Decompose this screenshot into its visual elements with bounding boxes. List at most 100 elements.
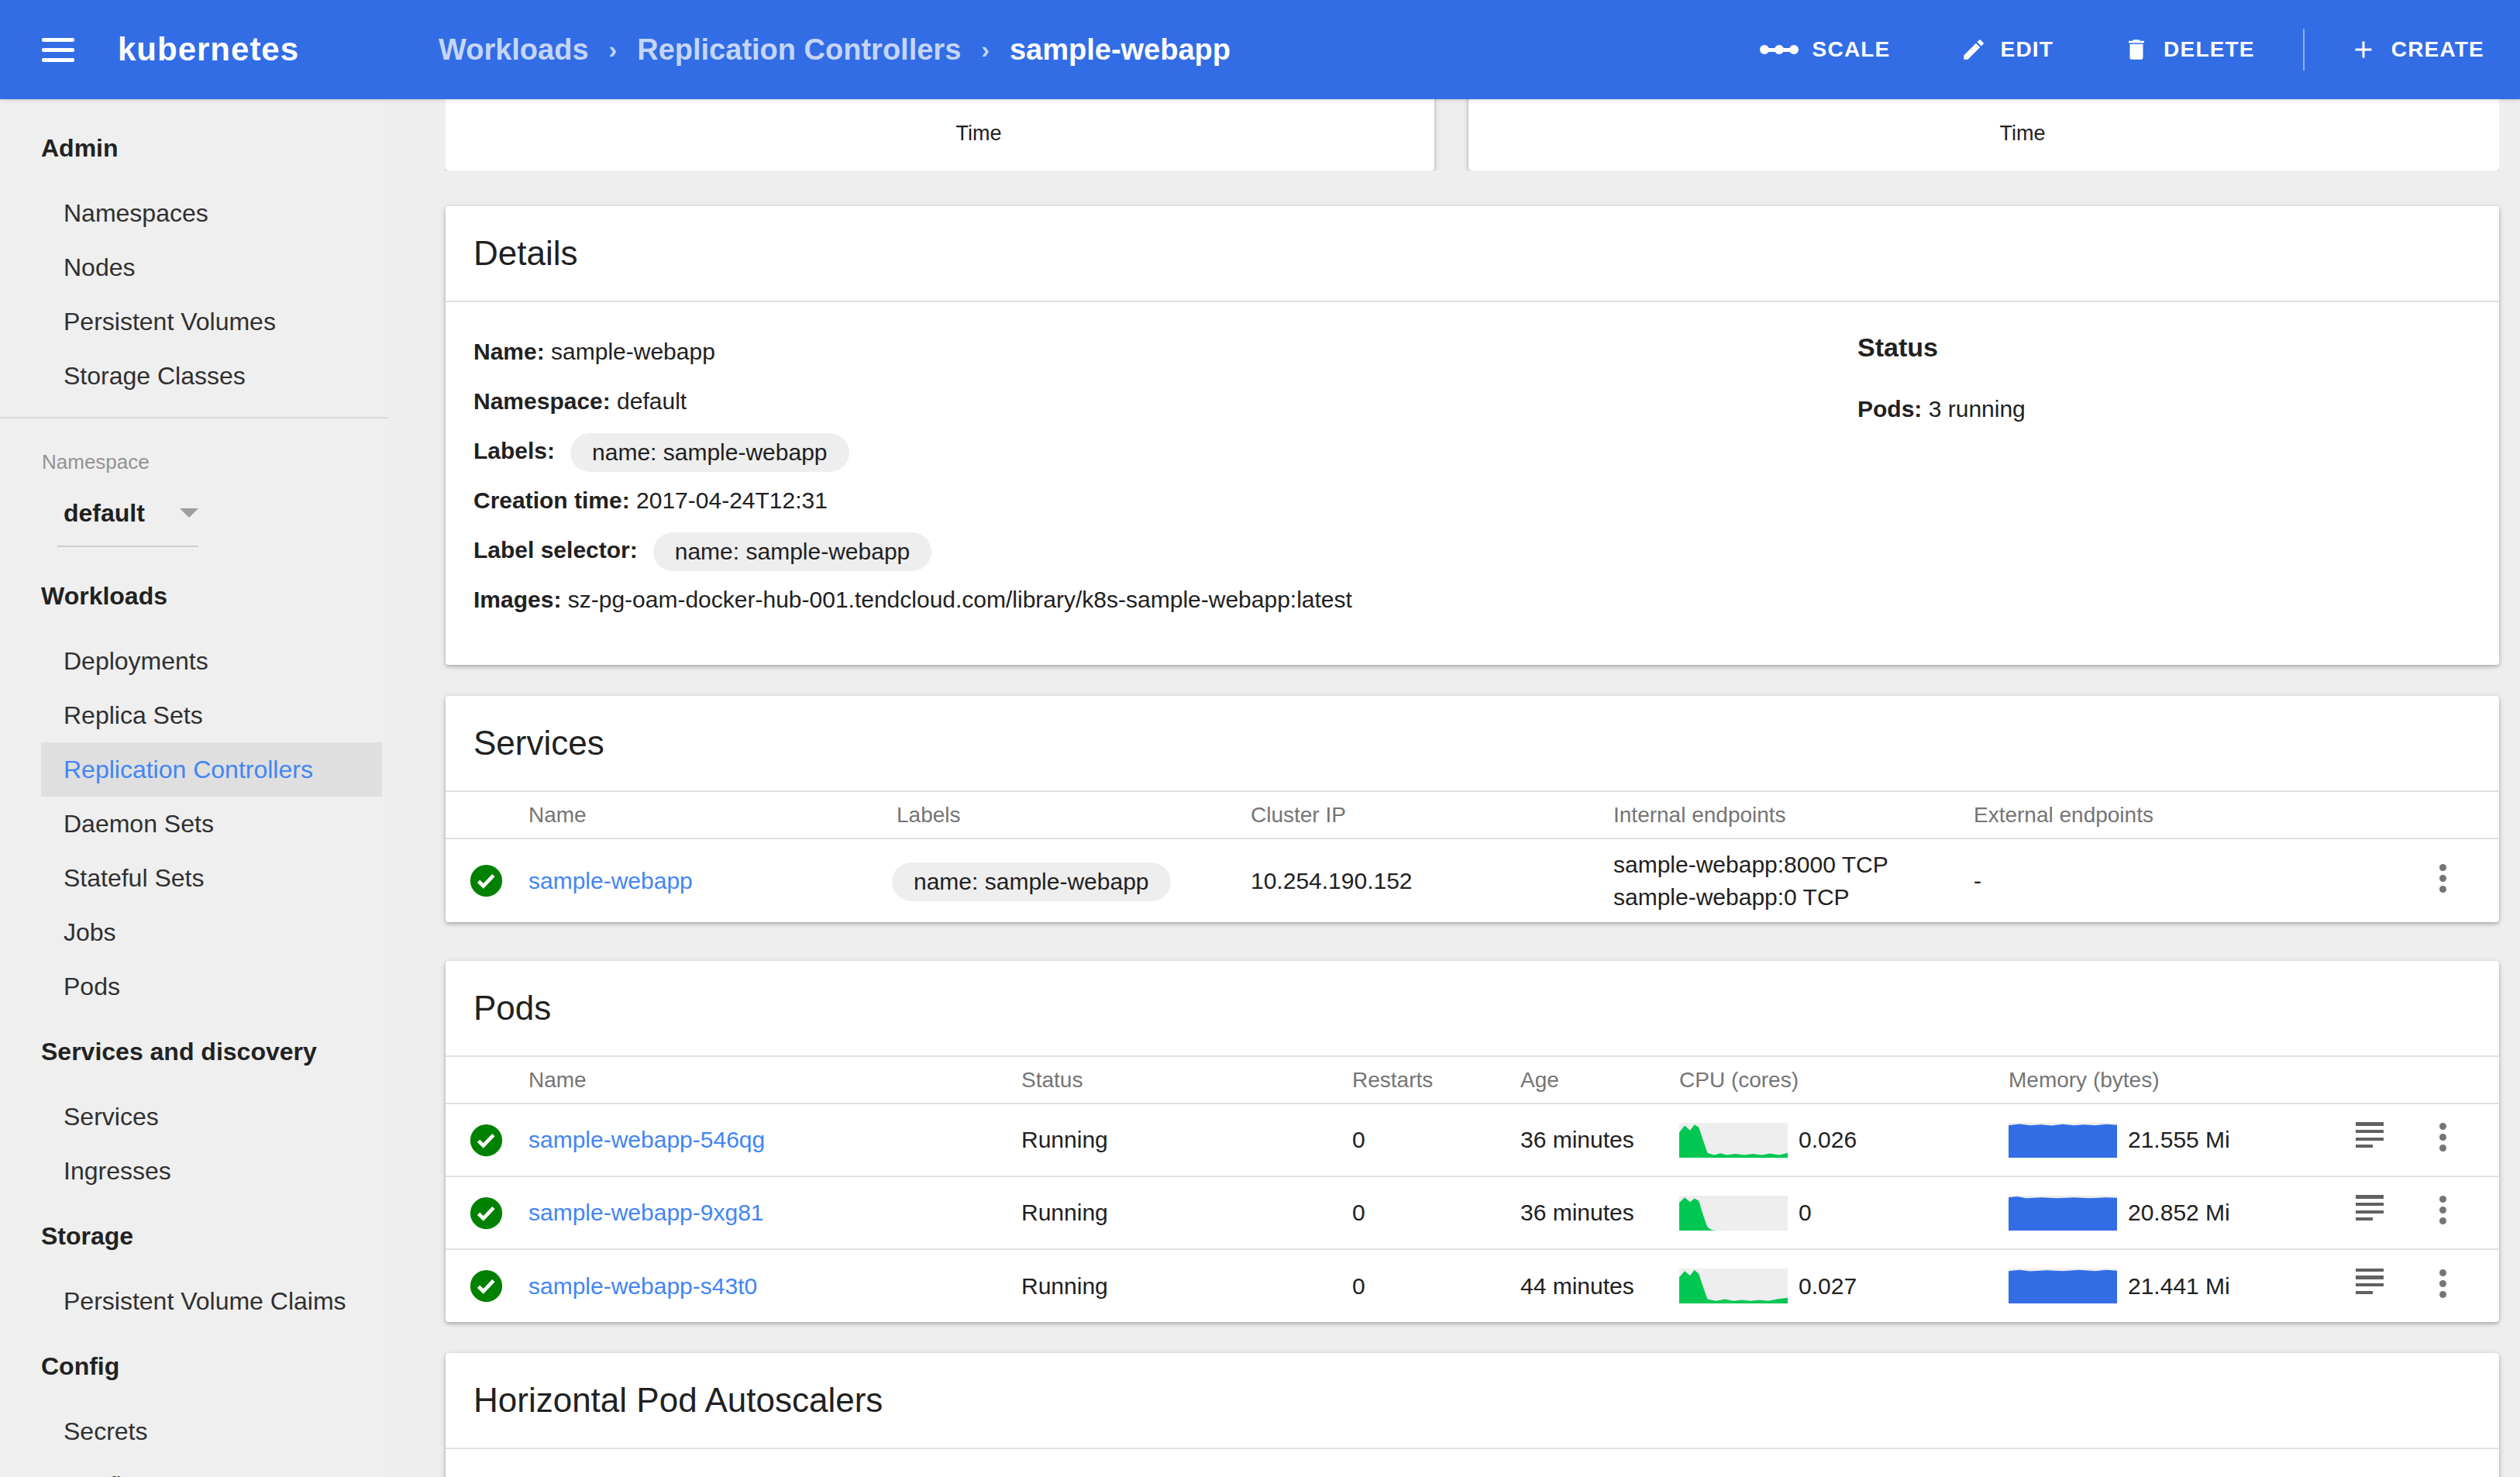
pod-kebab-menu-icon[interactable] xyxy=(2430,1259,2456,1308)
sidebar-item-persistent-volumes[interactable]: Persistent Volumes xyxy=(0,294,387,349)
service-label-chip: name: sample-webapp xyxy=(892,862,1171,901)
namespace-select[interactable]: default xyxy=(57,497,198,547)
services-col-labels: Labels xyxy=(897,792,1251,838)
pod-age: 44 minutes xyxy=(1520,1249,1679,1322)
cpu-chart-xlabel: Time xyxy=(446,122,1434,146)
pod-age: 36 minutes xyxy=(1520,1103,1679,1176)
label-chip: name: sample-webapp xyxy=(570,433,849,472)
selector-chip: name: sample-webapp xyxy=(653,532,932,571)
menu-icon[interactable] xyxy=(42,32,74,68)
sidebar-item-stateful-sets[interactable]: Stateful Sets xyxy=(0,851,387,905)
logs-icon[interactable] xyxy=(2356,1269,2384,1298)
service-row: sample-webapp name: sample-webapp 10.254… xyxy=(446,838,2499,922)
status-pods-line: Pods: 3 running xyxy=(1857,395,2026,423)
pod-kebab-menu-icon[interactable] xyxy=(2430,1186,2456,1234)
details-title: Details xyxy=(446,206,2499,302)
trash-icon xyxy=(2123,36,2150,63)
sidebar-item-namespaces[interactable]: Namespaces xyxy=(0,186,387,240)
pod-cpu-cell: 0.026 xyxy=(1679,1103,2009,1176)
status-title: Status xyxy=(1857,332,2026,363)
pod-memory-cell: 20.852 Mi xyxy=(2009,1176,2356,1249)
service-link[interactable]: sample-webapp xyxy=(528,868,693,893)
sidebar-item-storage-classes[interactable]: Storage Classes xyxy=(0,349,387,403)
namespace-label: Namespace xyxy=(42,449,387,474)
pod-link[interactable]: sample-webapp-546qg xyxy=(528,1127,765,1152)
pod-kebab-menu-icon[interactable] xyxy=(2430,1113,2456,1162)
status-ok-icon xyxy=(469,1269,504,1303)
pod-status: Running xyxy=(1021,1103,1352,1176)
pod-memory-cell: 21.555 Mi xyxy=(2009,1103,2356,1176)
pods-card: Pods Name Status Restarts Age CPU (cores… xyxy=(446,961,2499,1322)
sidebar-item-ingresses[interactable]: Ingresses xyxy=(0,1144,387,1198)
pods-title: Pods xyxy=(446,961,2499,1057)
hpa-card: Horizontal Pod Autoscalers xyxy=(446,1353,2499,1477)
toolbar-actions: SCALE EDIT DELETE CREATE xyxy=(1760,0,2484,99)
services-card: Services Name Labels Cluster IP Internal… xyxy=(446,696,2499,922)
service-kebab-menu-icon[interactable] xyxy=(2430,854,2456,903)
sidebar-divider xyxy=(0,417,387,418)
pod-cpu-cell: 0.027 xyxy=(1679,1249,2009,1322)
pods-col-name: Name xyxy=(528,1057,1021,1103)
cpu-usage-chart-card: Time xyxy=(446,99,1434,170)
sidebar-section-discovery: Services and discovery xyxy=(0,1024,387,1079)
pods-col-cpu: CPU (cores) xyxy=(1679,1057,2009,1103)
details-images-row: Images: sz-pg-oam-docker-hub-001.tendclo… xyxy=(473,586,2471,614)
details-namespace-row: Namespace: default xyxy=(473,387,2471,415)
services-col-name: Name xyxy=(528,792,897,838)
cpu-sparkline xyxy=(1679,1123,1788,1158)
pods-col-age: Age xyxy=(1520,1057,1679,1103)
sidebar-item-config-maps[interactable]: Config Maps xyxy=(0,1458,387,1477)
sidebar-item-daemon-sets[interactable]: Daemon Sets xyxy=(0,797,387,851)
details-status-col: Status Pods: 3 running xyxy=(1857,332,2026,423)
details-name-row: Name: sample-webapp xyxy=(473,338,2471,366)
cpu-sparkline xyxy=(1679,1269,1788,1303)
pod-row: sample-webapp-546qg Running 0 36 minutes… xyxy=(446,1103,2499,1176)
breadcrumb-workloads[interactable]: Workloads xyxy=(439,33,589,67)
delete-button[interactable]: DELETE xyxy=(2123,36,2255,63)
pod-link[interactable]: sample-webapp-s43t0 xyxy=(528,1273,757,1299)
sidebar-item-services[interactable]: Services xyxy=(0,1090,387,1144)
sidebar-item-secrets[interactable]: Secrets xyxy=(0,1404,387,1458)
sidebar-item-persistent-volume-claims[interactable]: Persistent Volume Claims xyxy=(0,1274,387,1328)
sidebar-item-deployments[interactable]: Deployments xyxy=(0,634,387,688)
pod-row: sample-webapp-9xg81 Running 0 36 minutes… xyxy=(446,1176,2499,1249)
sidebar-item-nodes[interactable]: Nodes xyxy=(0,240,387,294)
service-cluster-ip: 10.254.190.152 xyxy=(1251,838,1613,922)
pod-restarts: 0 xyxy=(1352,1249,1520,1322)
services-col-cluster-ip: Cluster IP xyxy=(1251,792,1613,838)
sidebar-section-storage: Storage xyxy=(0,1209,387,1263)
app-logo[interactable]: kubernetes xyxy=(118,31,299,68)
main-content: Time Time Details Name: sample-webapp Na… xyxy=(387,99,2520,1477)
pod-memory-cell: 21.441 Mi xyxy=(2009,1249,2356,1322)
breadcrumb-replication-controllers[interactable]: Replication Controllers xyxy=(637,33,961,67)
logs-icon[interactable] xyxy=(2356,1195,2384,1224)
sidebar: Admin Namespaces Nodes Persistent Volume… xyxy=(0,99,387,1477)
memory-chart-xlabel: Time xyxy=(1468,122,2499,146)
sidebar-item-replication-controllers[interactable]: Replication Controllers xyxy=(41,742,382,797)
scale-button[interactable]: SCALE xyxy=(1760,37,1891,62)
sidebar-item-pods[interactable]: Pods xyxy=(0,959,387,1014)
pod-status: Running xyxy=(1021,1176,1352,1249)
services-col-internal: Internal endpoints xyxy=(1613,792,1974,838)
memory-sparkline xyxy=(2009,1269,2117,1303)
cpu-sparkline xyxy=(1679,1196,1788,1231)
charts-row: Time Time xyxy=(446,99,2499,170)
pod-link[interactable]: sample-webapp-9xg81 xyxy=(528,1200,764,1225)
status-ok-icon xyxy=(469,1196,504,1231)
memory-usage-chart-card: Time xyxy=(1468,99,2499,170)
toolbar-divider xyxy=(2303,29,2305,71)
sidebar-item-jobs[interactable]: Jobs xyxy=(0,905,387,959)
details-labels-row: Labels:name: sample-webapp xyxy=(473,437,2471,465)
details-card: Details Name: sample-webapp Namespace: d… xyxy=(446,206,2499,665)
app-header: kubernetes Workloads › Replication Contr… xyxy=(0,0,2520,99)
chevron-right-icon: › xyxy=(981,36,990,64)
details-creation-row: Creation time: 2017-04-24T12:31 xyxy=(473,487,2471,515)
plus-icon xyxy=(2350,36,2377,64)
sidebar-item-replica-sets[interactable]: Replica Sets xyxy=(0,688,387,742)
status-ok-icon xyxy=(469,1123,504,1158)
create-button[interactable]: CREATE xyxy=(2350,36,2484,64)
status-ok-icon xyxy=(469,863,504,898)
edit-button[interactable]: EDIT xyxy=(1961,36,2054,63)
logs-icon[interactable] xyxy=(2356,1122,2384,1152)
chevron-right-icon: › xyxy=(609,36,618,64)
